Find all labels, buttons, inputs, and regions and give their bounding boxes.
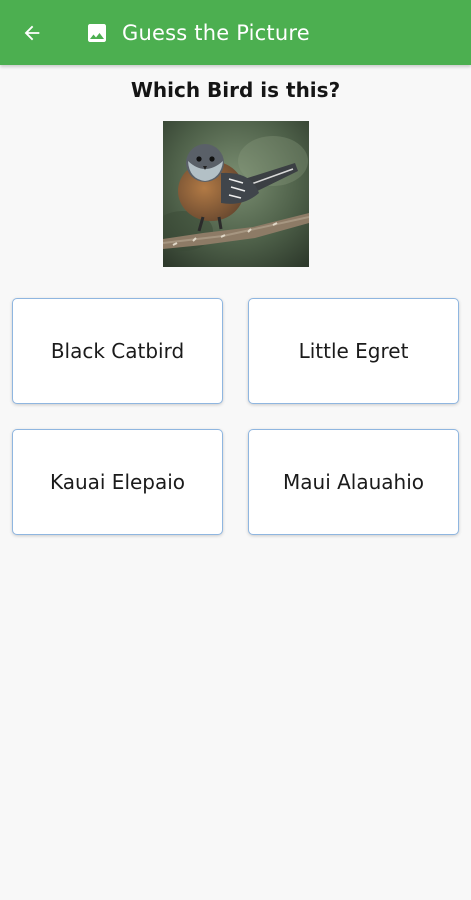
answer-button[interactable]: Maui Alauahio <box>248 429 459 535</box>
app-bar: Guess the Picture <box>0 0 471 65</box>
image-icon <box>88 24 106 42</box>
answer-button[interactable]: Little Egret <box>248 298 459 404</box>
back-button[interactable] <box>16 17 48 49</box>
answer-label: Black Catbird <box>50 339 185 363</box>
answer-button[interactable]: Black Catbird <box>12 298 223 404</box>
arrow-left-icon <box>24 25 40 41</box>
page-title: Guess the Picture <box>122 21 310 45</box>
answer-label: Little Egret <box>298 339 409 363</box>
bird-photo <box>163 121 309 267</box>
answer-button[interactable]: Kauai Elepaio <box>12 429 223 535</box>
answer-label: Maui Alauahio <box>283 470 424 494</box>
question-text: Which Bird is this? <box>130 78 341 102</box>
answer-label: Kauai Elepaio <box>49 470 186 494</box>
